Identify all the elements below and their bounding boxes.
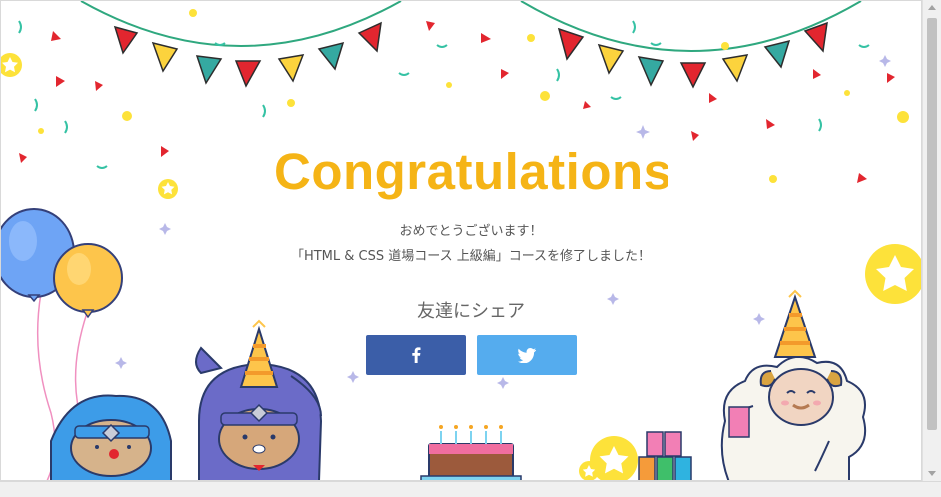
browser-viewport: Congratulations おめでとうございます！ 「HTML & CSS … (0, 0, 922, 481)
vertical-scrollbar[interactable] (922, 0, 941, 481)
scroll-up-arrow-icon[interactable] (928, 5, 936, 10)
scroll-down-arrow-icon[interactable] (928, 471, 936, 476)
scrollbar-thumb[interactable] (927, 18, 937, 430)
course-complete-message: 「HTML & CSS 道場コース 上級編」コースを修了しました！ (290, 249, 652, 264)
facebook-icon (412, 347, 421, 363)
share-heading: 友達にシェア (417, 301, 525, 322)
twitter-icon (518, 347, 536, 363)
page-title: Congratulations (274, 143, 668, 200)
party-illustration (1, 1, 921, 480)
congrats-message: おめでとうございます！ (399, 224, 543, 239)
facebook-share-button[interactable] (366, 335, 466, 375)
horizontal-scrollbar[interactable] (0, 481, 941, 497)
twitter-share-button[interactable] (477, 335, 577, 375)
